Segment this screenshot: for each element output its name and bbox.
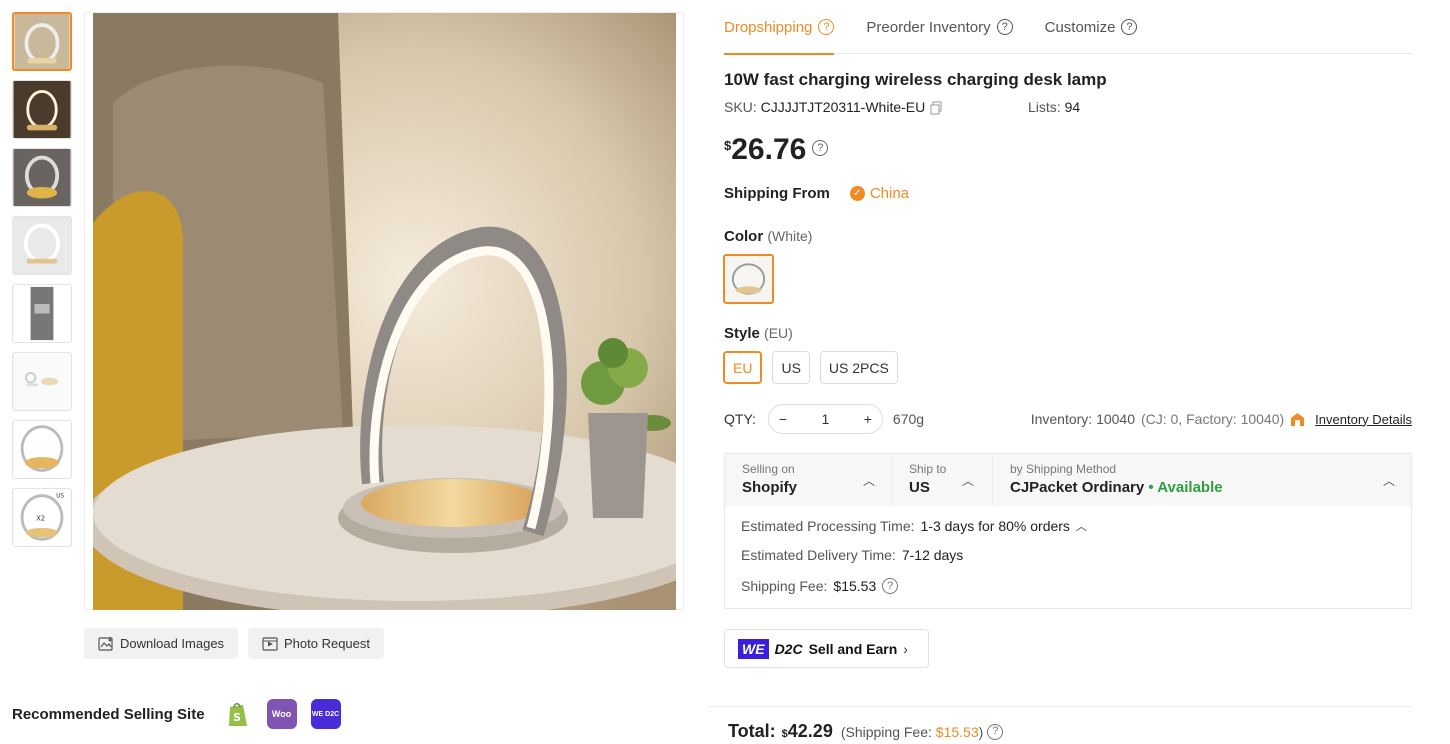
ship-to-select[interactable]: Ship to US ︿ bbox=[891, 454, 992, 506]
shipping-panel: Selling on Shopify ︿ Ship to US ︿ by Shi… bbox=[724, 453, 1412, 609]
shipping-from-option[interactable]: ✓ China bbox=[849, 185, 909, 202]
delivery-time: Estimated Delivery Time: 7-12 days bbox=[741, 547, 964, 563]
scrollbar[interactable] bbox=[1436, 0, 1450, 744]
shipping-fee-help-icon[interactable]: ? bbox=[882, 578, 899, 594]
thumbnail-1[interactable] bbox=[12, 12, 72, 71]
thumbnail-7[interactable] bbox=[12, 420, 72, 479]
tab-dropshipping[interactable]: Dropshipping ? bbox=[724, 0, 835, 55]
product-price: $ 26.76 ? bbox=[724, 133, 829, 167]
shipping-from-label: Shipping From bbox=[724, 185, 830, 202]
quantity-stepper[interactable]: − 1 + bbox=[767, 404, 883, 434]
help-icon[interactable]: ? bbox=[1121, 19, 1138, 35]
chevron-up-icon[interactable]: ︿ bbox=[1076, 518, 1087, 534]
tab-preorder-inventory[interactable]: Preorder Inventory ? bbox=[866, 0, 1013, 54]
total-section: Total: $ 42.29 (Shipping Fee: $15.53 ) ? bbox=[708, 706, 1412, 741]
total-price: Total: $ 42.29 (Shipping Fee: $15.53 ) ? bbox=[728, 721, 1004, 742]
recommended-label: Recommended Selling Site bbox=[12, 705, 205, 723]
price-amount: 26.76 bbox=[731, 133, 807, 166]
download-images-button[interactable]: Download Images bbox=[84, 628, 239, 659]
thumbnail-strip: X2 US bbox=[12, 12, 72, 556]
inventory-info: Inventory: 10040 (CJ: 0, Factory: 10040)… bbox=[1030, 411, 1412, 427]
lists-count: Lists: 94 bbox=[1028, 99, 1081, 115]
thumbnail-4[interactable] bbox=[12, 216, 72, 275]
thumbnail-6[interactable] bbox=[12, 352, 72, 411]
main-product-image[interactable] bbox=[84, 12, 684, 610]
minus-button[interactable]: − bbox=[779, 411, 787, 427]
price-help-icon[interactable]: ? bbox=[812, 140, 829, 156]
thumbnail-5[interactable] bbox=[12, 284, 72, 343]
svg-text:X2: X2 bbox=[36, 514, 45, 522]
chevron-up-icon: ︿ bbox=[962, 474, 975, 488]
help-icon[interactable]: ? bbox=[996, 19, 1013, 35]
total-help-icon[interactable]: ? bbox=[987, 723, 1004, 740]
warehouse-icon bbox=[1291, 412, 1305, 426]
shipping-from: Shipping From ✓ China bbox=[724, 185, 909, 202]
color-label: Color (White) bbox=[724, 228, 813, 245]
style-options: EU US US 2PCS bbox=[723, 351, 898, 384]
shipping-fee: Shipping Fee: $15.53 ? bbox=[741, 578, 899, 594]
help-icon[interactable]: ? bbox=[818, 19, 835, 35]
weight: 670g bbox=[892, 411, 925, 427]
quantity-input[interactable]: 1 bbox=[822, 411, 830, 427]
qty-label: QTY: bbox=[724, 411, 756, 427]
chevron-up-icon: ︿ bbox=[863, 474, 876, 488]
price-currency: $ bbox=[724, 138, 732, 153]
svg-text:S: S bbox=[233, 711, 241, 724]
chevron-right-icon: › bbox=[903, 640, 908, 657]
shopify-icon[interactable]: S bbox=[222, 699, 253, 729]
thumbnail-2[interactable] bbox=[12, 80, 72, 139]
recommended-selling-sites: Recommended Selling Site S Woo WE D2C bbox=[12, 698, 341, 730]
shipping-method-select[interactable]: by Shipping Method CJPacket Ordinary • A… bbox=[992, 454, 1411, 506]
svg-text:US: US bbox=[56, 494, 64, 500]
processing-time: Estimated Processing Time: 1-3 days for … bbox=[741, 518, 1087, 534]
selling-on-select[interactable]: Selling on Shopify ︿ bbox=[725, 454, 891, 506]
sku-row: SKU: CJJJJTJT20311-White-EU bbox=[724, 99, 943, 115]
style-option-us[interactable]: US bbox=[772, 351, 810, 384]
copy-icon[interactable] bbox=[929, 101, 943, 115]
wed2c-icon[interactable]: WE D2C bbox=[310, 699, 341, 729]
d2c-logo: D2C bbox=[774, 640, 803, 657]
tab-customize[interactable]: Customize ? bbox=[1045, 0, 1138, 54]
color-swatch-white[interactable] bbox=[723, 254, 774, 304]
photo-request-icon bbox=[262, 636, 278, 651]
tab-bar: Dropshipping ? Preorder Inventory ? Cust… bbox=[724, 0, 1412, 55]
product-title: 10W fast charging wireless charging desk… bbox=[724, 70, 1107, 89]
download-image-icon bbox=[98, 636, 113, 651]
availability-status: • Available bbox=[1148, 479, 1223, 496]
photo-request-button[interactable]: Photo Request bbox=[248, 628, 385, 659]
sell-and-earn-label: Sell and Earn bbox=[808, 640, 898, 657]
shipping-selectors: Selling on Shopify ︿ Ship to US ︿ by Shi… bbox=[725, 454, 1411, 506]
photo-request-label: Photo Request bbox=[284, 636, 371, 651]
style-option-eu[interactable]: EU bbox=[723, 351, 763, 384]
download-images-label: Download Images bbox=[120, 636, 225, 651]
sell-and-earn-button[interactable]: WE D2C Sell and Earn › bbox=[724, 629, 929, 668]
check-icon: ✓ bbox=[849, 186, 865, 201]
plus-button[interactable]: + bbox=[864, 411, 872, 427]
sku-value: CJJJJTJT20311-White-EU bbox=[760, 99, 926, 115]
quantity-row: QTY: − 1 + 670g Inventory: 10040 (CJ: 0,… bbox=[724, 404, 1412, 434]
chevron-up-icon: ︿ bbox=[1383, 474, 1396, 488]
woo-icon[interactable]: Woo bbox=[266, 699, 297, 729]
inventory-details-link[interactable]: Inventory Details bbox=[1315, 412, 1412, 427]
we-logo: WE bbox=[738, 638, 769, 659]
thumbnail-8[interactable]: X2 US bbox=[12, 488, 72, 547]
sku-label: SKU: bbox=[724, 99, 757, 115]
style-label: Style (EU) bbox=[724, 325, 793, 342]
style-option-us-2pcs[interactable]: US 2PCS bbox=[819, 351, 898, 384]
thumbnail-3[interactable] bbox=[12, 148, 72, 207]
